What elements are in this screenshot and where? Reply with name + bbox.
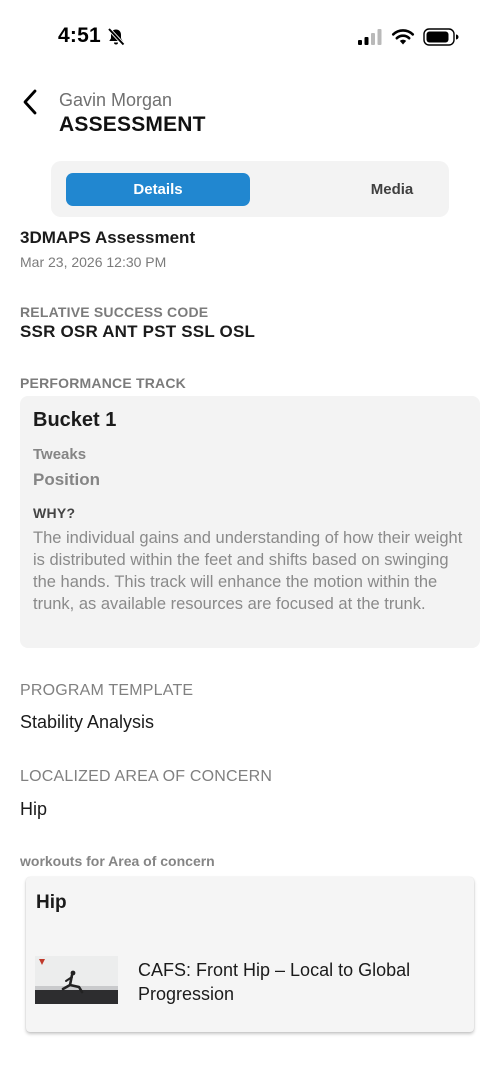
why-text: The individual gains and understanding o… [33,529,463,613]
area-of-concern-label: LOCALIZED AREA OF CONCERN [20,768,273,785]
position-label: Position [33,470,101,489]
page-title: ASSESSMENT [59,113,206,136]
workout-card-title: Hip [36,892,67,913]
assessment-name: 3DMAPS Assessment [20,228,196,247]
program-template-value: Stability Analysis [20,712,155,732]
performance-track-card: Bucket 1 Tweaks Position WHY? The indivi… [20,396,480,648]
status-time: 4:51 [58,24,101,47]
tab-details[interactable]: Details [66,173,250,206]
segmented-tabs: Details Media [51,161,449,217]
tab-media[interactable]: Media [300,173,484,206]
area-of-concern-value: Hip [20,799,48,819]
relative-success-code-value: SSR OSR ANT PST SSL OSL [20,322,256,341]
workout-name: CAFS: Front Hip – Local to Global Progre… [138,960,411,1004]
workout-thumbnail [35,956,118,1004]
why-label: WHY? [33,505,76,521]
performance-track-label: PERFORMANCE TRACK [20,375,186,391]
workouts-label: workouts for Area of concern [20,853,215,869]
workout-card: Hip CAFS: Front Hip – Local to Global Pr… [26,877,474,1032]
program-template-label: PROGRAM TEMPLATE [20,682,194,699]
relative-success-code-label: RELATIVE SUCCESS CODE [20,304,209,320]
assessment-date: Mar 23, 2026 12:30 PM [20,254,167,270]
wifi-icon [391,29,415,45]
status-bar: 4:51 [0,0,500,76]
client-name: Gavin Morgan [59,90,173,110]
chevron-left-icon [23,89,37,115]
back-button[interactable] [14,86,46,118]
tweaks-label: Tweaks [33,446,87,463]
workout-item[interactable]: CAFS: Front Hip – Local to Global Progre… [35,952,465,1012]
bell-slash-icon [107,27,125,46]
signal-icon [358,29,382,45]
bucket-title: Bucket 1 [33,409,117,431]
battery-icon [423,28,459,46]
